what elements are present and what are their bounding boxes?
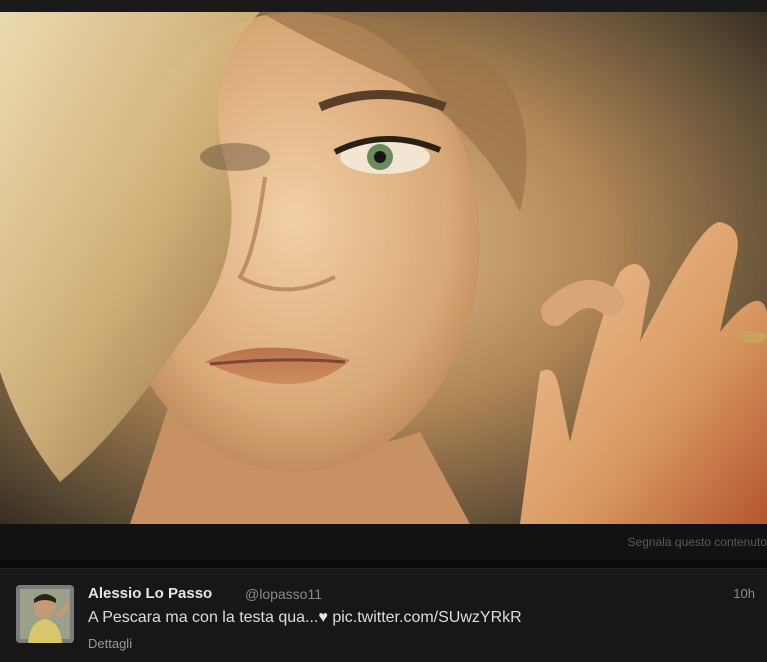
report-content-link[interactable]: Segnala questo contenuto — [628, 535, 767, 549]
tweet-card[interactable]: Alessio Lo Passo @lopasso11 10h A Pescar… — [0, 568, 767, 662]
author-handle[interactable]: @lopasso11 — [245, 586, 322, 602]
details-link[interactable]: Dettagli — [88, 636, 132, 651]
tweet-text-body: A Pescara ma con la testa qua... — [88, 609, 319, 626]
avatar-image — [16, 585, 74, 643]
avatar[interactable] — [16, 585, 74, 643]
tweet-text: A Pescara ma con la testa qua...♥ pic.tw… — [88, 609, 522, 627]
tweet-timestamp[interactable]: 10h — [733, 586, 755, 601]
divider — [0, 560, 767, 568]
top-bar — [0, 0, 767, 12]
portrait-photo — [0, 12, 767, 524]
heart-icon: ♥ — [318, 609, 328, 626]
tweet-media-link[interactable]: pic.twitter.com/SUwzYRkR — [332, 609, 521, 626]
media-footer: Segnala questo contenuto — [0, 524, 767, 560]
author-name[interactable]: Alessio Lo Passo — [88, 585, 212, 602]
tweet-media-image[interactable] — [0, 12, 767, 524]
